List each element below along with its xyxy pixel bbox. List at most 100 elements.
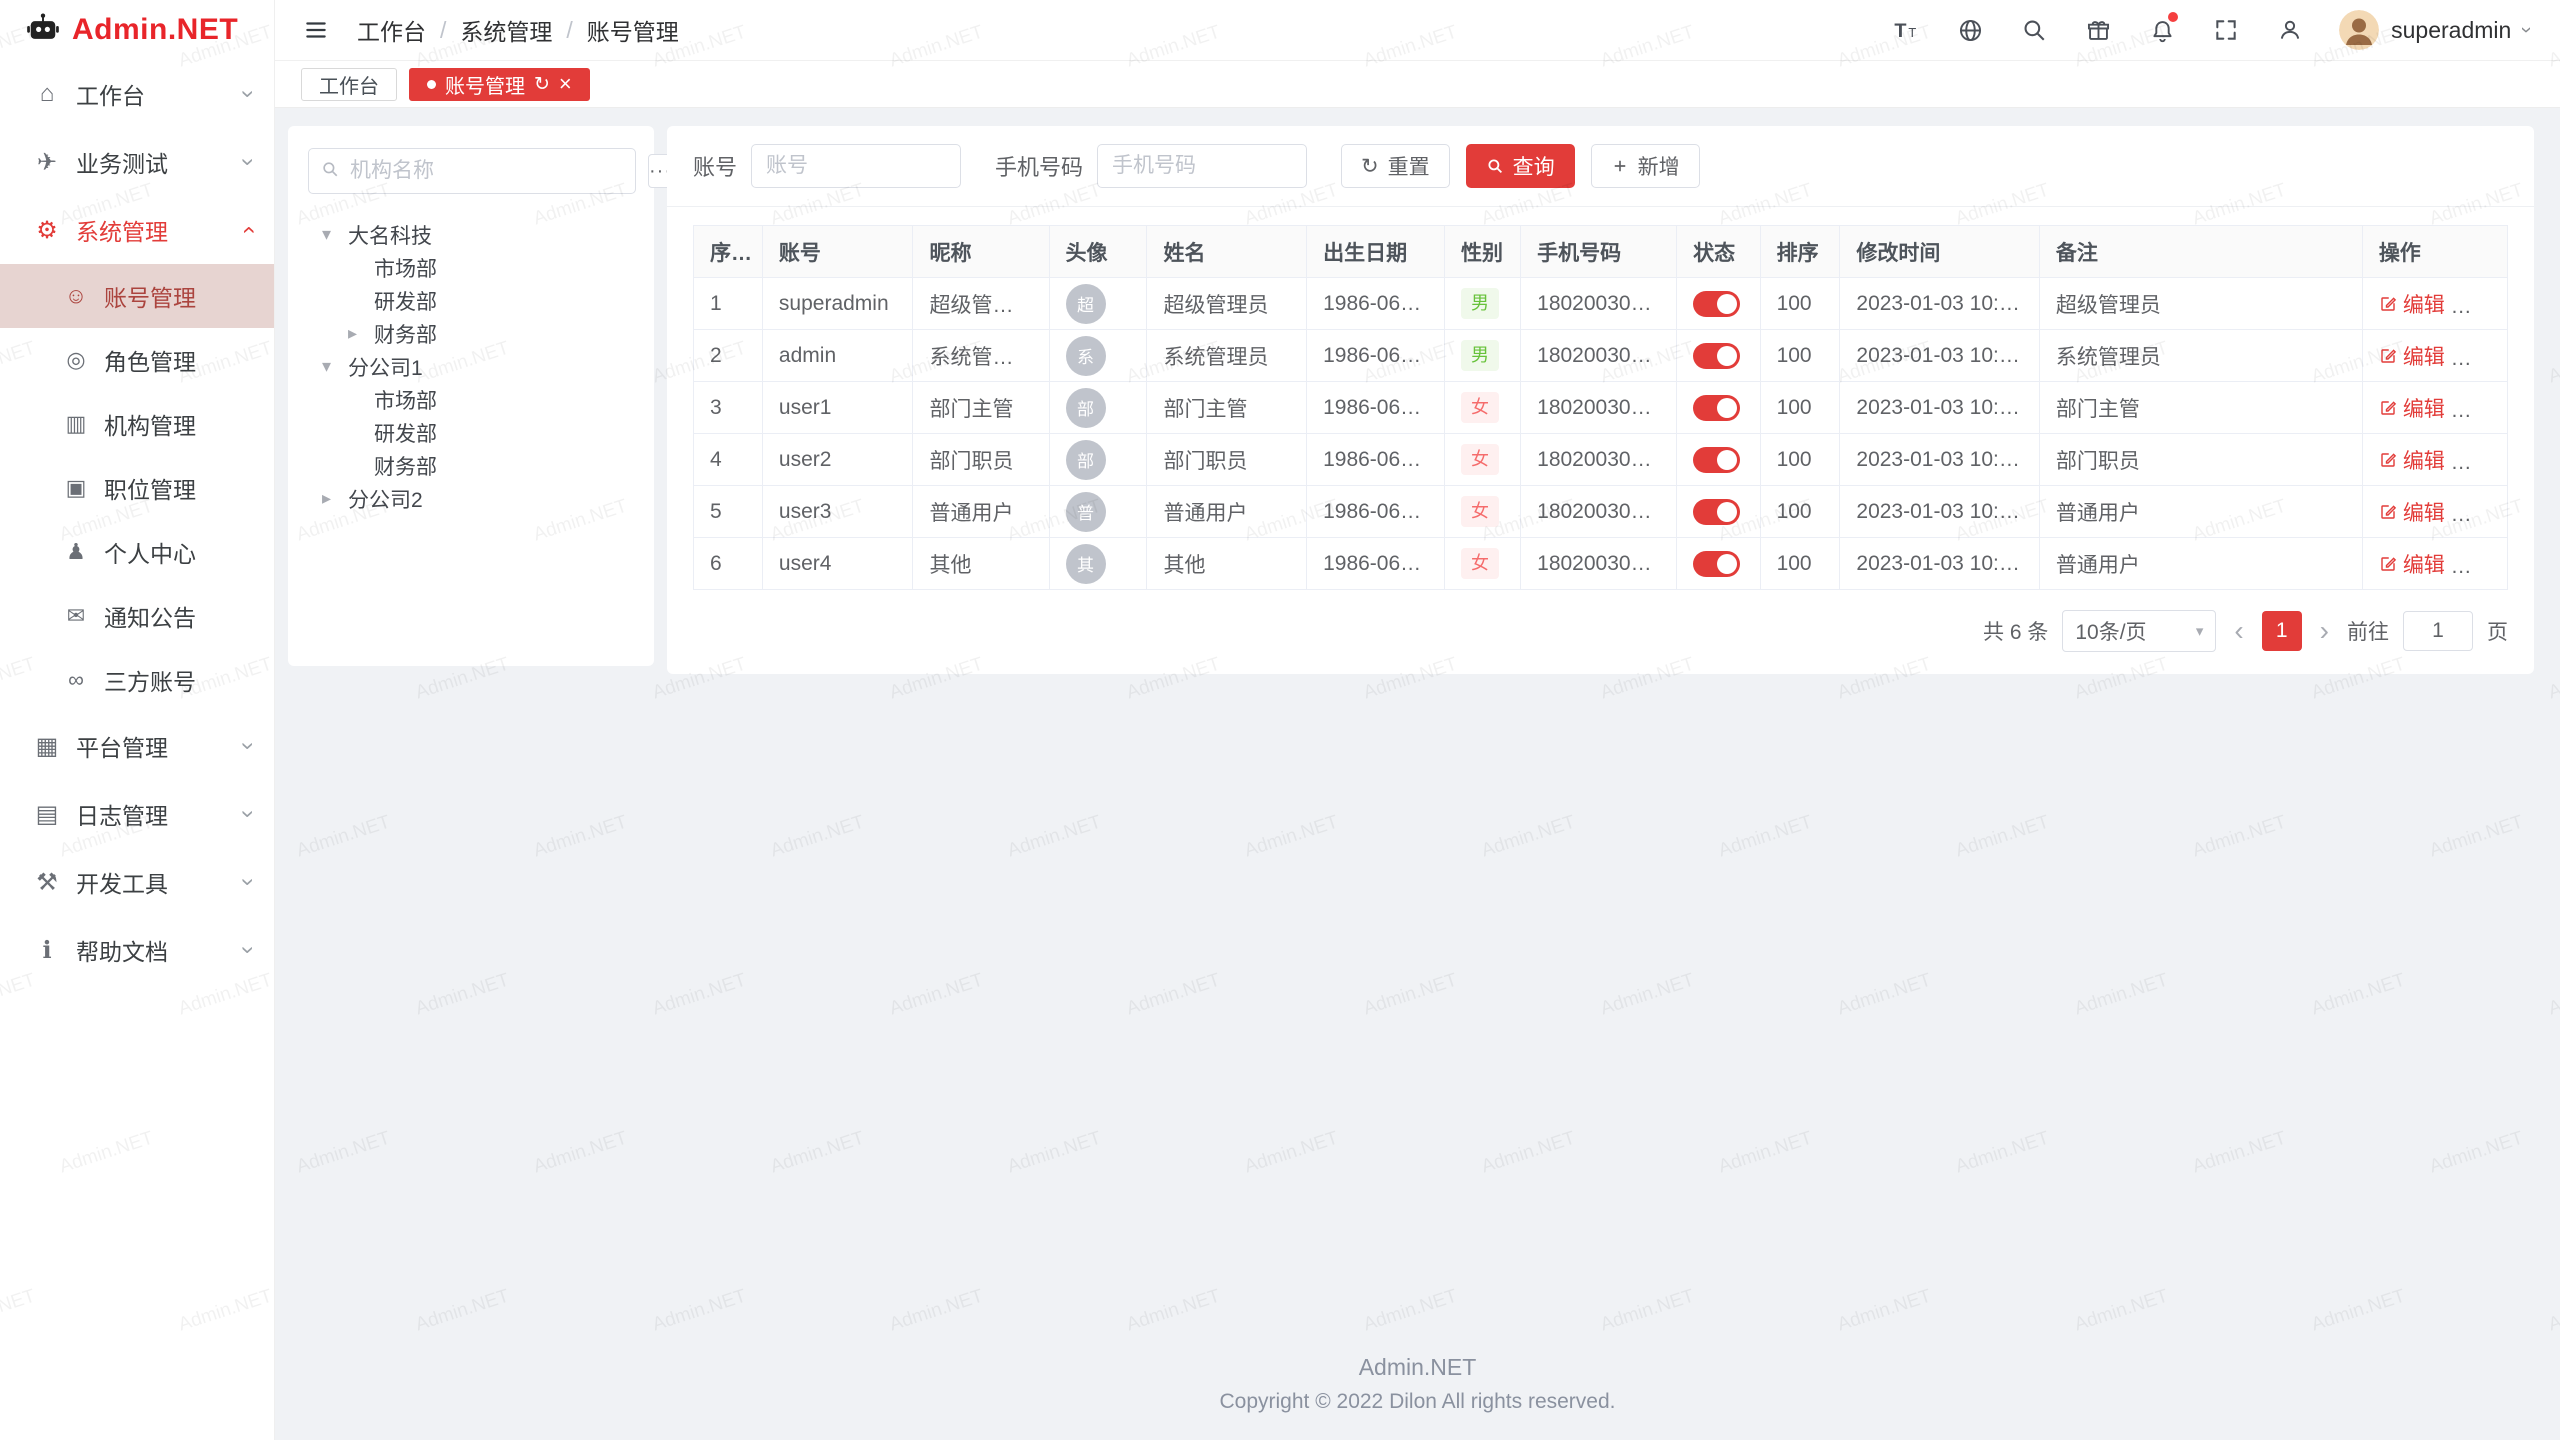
tree-node[interactable]: ▾大名科技 <box>308 218 634 251</box>
cell-index: 3 <box>694 382 763 434</box>
next-page-button[interactable]: › <box>2316 617 2333 645</box>
tree-node[interactable]: 研发部 <box>308 284 634 317</box>
edit-button[interactable]: 编辑 <box>2379 341 2445 371</box>
caret-down-icon[interactable]: ▾ <box>322 224 348 245</box>
sidebar-item-personal-center[interactable]: ♟个人中心 <box>0 520 274 584</box>
edit-icon <box>2379 451 2397 469</box>
edit-button[interactable]: 编辑 <box>2379 497 2445 527</box>
cell-name: 普通用户 <box>1147 486 1307 538</box>
tree-node[interactable]: 市场部 <box>308 251 634 284</box>
org-tree: ▾大名科技市场部研发部▸财务部▾分公司1市场部研发部财务部▸分公司2 <box>308 218 634 515</box>
reset-button[interactable]: ↻ 重置 <box>1341 144 1450 188</box>
status-toggle[interactable] <box>1693 499 1740 525</box>
sidebar-item-workbench[interactable]: ⌂工作台› <box>0 60 274 128</box>
page-size-select[interactable]: 10条/页 ▾ <box>2062 610 2216 652</box>
footer-copyright: Copyright © 2022 Dilon All rights reserv… <box>275 1390 2560 1414</box>
edit-button[interactable]: 编辑 <box>2379 549 2445 579</box>
avatar: 系 <box>1066 336 1106 376</box>
column-header: 备注 <box>2039 226 2362 278</box>
tree-node[interactable]: 财务部 <box>308 449 634 482</box>
column-header: 出生日期 <box>1307 226 1445 278</box>
sidebar-item-org-management[interactable]: ▥机构管理 <box>0 392 274 456</box>
tree-node-label: 分公司1 <box>348 352 423 382</box>
column-header: 手机号码 <box>1521 226 1677 278</box>
caret-right-icon[interactable]: ▸ <box>348 323 374 344</box>
tab-account-management[interactable]: 账号管理 ↻ × <box>409 68 590 101</box>
breadcrumb-item-workbench[interactable]: 工作台 <box>357 13 426 47</box>
sidebar-item-position-management[interactable]: ▣职位管理 <box>0 456 274 520</box>
sidebar-item-role-management[interactable]: ◎角色管理 <box>0 328 274 392</box>
tab-refresh-icon[interactable]: ↻ <box>534 75 550 94</box>
sidebar-item-business-test[interactable]: ✈业务测试› <box>0 128 274 196</box>
search-button[interactable]: 查询 <box>1466 144 1575 188</box>
phone-filter-input[interactable] <box>1097 144 1307 188</box>
user-menu[interactable]: superadmin › <box>2339 10 2530 50</box>
tree-node[interactable]: 市场部 <box>308 383 634 416</box>
notification-dot <box>2168 12 2178 22</box>
row-more-button[interactable]: ··· <box>2467 345 2495 370</box>
page-unit-label: 页 <box>2487 616 2508 646</box>
tree-node[interactable]: ▸财务部 <box>308 317 634 350</box>
sidebar-item-platform-management[interactable]: ▦平台管理› <box>0 712 274 780</box>
row-more-button[interactable]: ··· <box>2467 397 2495 422</box>
tree-node[interactable]: ▸分公司2 <box>308 482 634 515</box>
edit-icon <box>2379 295 2397 313</box>
sidebar-item-account-management[interactable]: ☺账号管理 <box>0 264 274 328</box>
caret-right-icon[interactable]: ▸ <box>322 488 348 509</box>
row-more-button[interactable]: ··· <box>2467 553 2495 578</box>
main-column: 工作台 / 系统管理 / 账号管理 TT <box>275 0 2560 1440</box>
edit-button[interactable]: 编辑 <box>2379 289 2445 319</box>
add-button[interactable]: 新增 <box>1591 144 1700 188</box>
hamburger-menu-icon[interactable] <box>301 15 331 45</box>
cell-status <box>1677 486 1760 538</box>
status-toggle[interactable] <box>1693 343 1740 369</box>
gift-icon[interactable] <box>2083 15 2113 45</box>
tab-close-icon[interactable]: × <box>559 73 572 95</box>
page-number-button[interactable]: 1 <box>2262 611 2302 651</box>
status-toggle[interactable] <box>1693 395 1740 421</box>
sidebar-item-help-docs[interactable]: ℹ帮助文档› <box>0 916 274 984</box>
tab-workbench[interactable]: 工作台 <box>301 68 397 101</box>
cell-status <box>1677 278 1760 330</box>
caret-down-icon[interactable]: ▾ <box>322 356 348 377</box>
font-size-icon[interactable]: TT <box>1891 15 1921 45</box>
row-more-button[interactable]: ··· <box>2467 293 2495 318</box>
language-icon[interactable] <box>1955 15 1985 45</box>
avatar: 其 <box>1066 544 1106 584</box>
row-more-button[interactable]: ··· <box>2467 501 2495 526</box>
account-filter-input[interactable] <box>751 144 961 188</box>
role-management-icon: ◎ <box>60 347 92 373</box>
row-more-button[interactable]: ··· <box>2467 449 2495 474</box>
org-search-input[interactable] <box>348 158 623 184</box>
sidebar-item-system-management[interactable]: ⚙系统管理› <box>0 196 274 264</box>
column-header: 账号 <box>762 226 913 278</box>
status-toggle[interactable] <box>1693 447 1740 473</box>
toggle-knob <box>1717 450 1737 470</box>
tree-node[interactable]: 研发部 <box>308 416 634 449</box>
notice-icon: ✉ <box>60 603 92 629</box>
status-toggle[interactable] <box>1693 551 1740 577</box>
table-row: 6 user4 其他 其 其他 1986-06-28 女 18020030720… <box>694 538 2508 590</box>
sidebar-item-notice[interactable]: ✉通知公告 <box>0 584 274 648</box>
search-icon[interactable] <box>2019 15 2049 45</box>
toggle-knob <box>1717 502 1737 522</box>
cell-index: 1 <box>694 278 763 330</box>
breadcrumb-item-system-management[interactable]: 系统管理 <box>460 13 552 47</box>
tree-node[interactable]: ▾分公司1 <box>308 350 634 383</box>
edit-button[interactable]: 编辑 <box>2379 393 2445 423</box>
breadcrumb-item-account-management[interactable]: 账号管理 <box>587 13 679 47</box>
status-toggle[interactable] <box>1693 291 1740 317</box>
goto-page-input[interactable] <box>2403 611 2473 651</box>
edit-label: 编辑 <box>2403 289 2445 319</box>
user-icon[interactable] <box>2275 15 2305 45</box>
sidebar-item-dev-tools[interactable]: ⚒开发工具› <box>0 848 274 916</box>
fullscreen-icon[interactable] <box>2211 15 2241 45</box>
app-logo[interactable]: Admin.NET <box>0 0 274 60</box>
column-header: 状态 <box>1677 226 1760 278</box>
sidebar: Admin.NET ⌂工作台›✈业务测试›⚙系统管理›☺账号管理◎角色管理▥机构… <box>0 0 275 1440</box>
edit-button[interactable]: 编辑 <box>2379 445 2445 475</box>
prev-page-button[interactable]: ‹ <box>2230 617 2247 645</box>
sidebar-item-third-party-account[interactable]: ∞三方账号 <box>0 648 274 712</box>
sidebar-item-log-management[interactable]: ▤日志管理› <box>0 780 274 848</box>
notification-bell-icon[interactable] <box>2147 15 2177 45</box>
